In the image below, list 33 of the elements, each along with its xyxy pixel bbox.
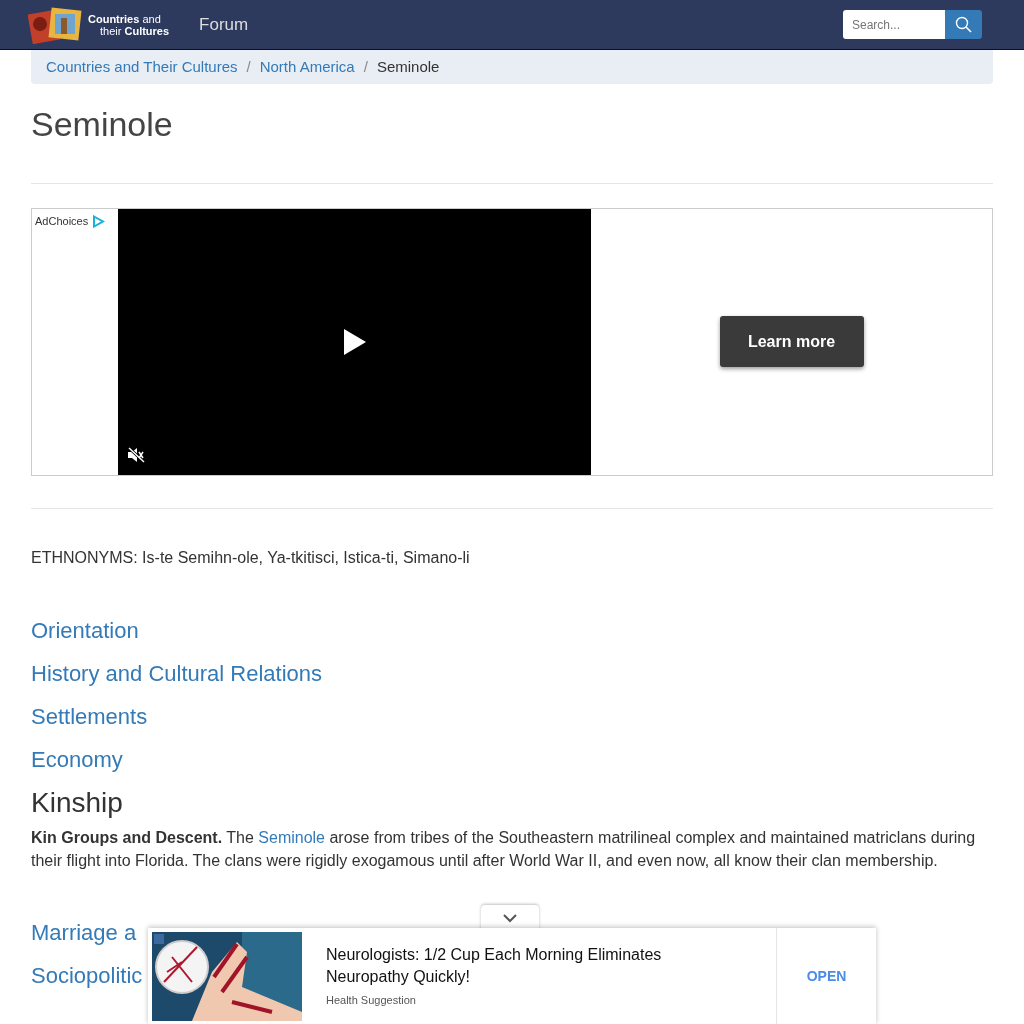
logo-text: their Cultures <box>99 24 170 37</box>
search-field[interactable]: Search... <box>843 10 945 39</box>
ad-headline[interactable]: Neurologists: 1/2 Cup Each Morning Eliminates Neuropathy Quickly! <box>326 943 726 988</box>
adchoices-icon <box>92 214 106 228</box>
section-link[interactable]: Economy <box>31 742 123 776</box>
chevron-down-icon <box>502 912 518 923</box>
search-button[interactable] <box>945 10 982 39</box>
section-heading: Kinship <box>31 785 124 820</box>
ethnonyms-text: ETHNONYMS: Is-te Semihn-ole, Ya-tkitisci, Istica-ti, Simano-li <box>31 547 471 568</box>
section-link[interactable]: Sociopolitic <box>31 959 143 993</box>
page-title: Seminole <box>31 104 174 145</box>
section-link[interactable]: Orientation <box>31 613 139 647</box>
breadcrumb-link[interactable]: North America <box>259 55 355 79</box>
adchoices-label[interactable]: AdChoices <box>35 212 106 230</box>
ad-source: Health Suggestion <box>326 992 417 1008</box>
paragraph: Kin Groups and Descent. The Seminole arose from tribes of the Southeastern matrilineal complex and maintained matriclans during their flight into Florida. The clans were rigidly exogamous until after World War II, and even now, all know their clan membership. <box>31 828 977 871</box>
section-link[interactable]: Settlements <box>31 699 148 733</box>
breadcrumb-current: Seminole <box>376 56 440 77</box>
inline-link[interactable]: Seminole <box>258 829 325 847</box>
nav-link[interactable]: Forum <box>199 11 249 38</box>
mute-icon[interactable] <box>127 446 145 463</box>
breadcrumb-separator: / <box>363 56 368 77</box>
section-link[interactable]: History and Cultural Relations <box>31 656 323 690</box>
search-icon <box>955 16 972 33</box>
section-link[interactable]: Marriage a <box>31 916 137 950</box>
logo-icon <box>28 5 84 44</box>
play-icon[interactable] <box>342 327 367 356</box>
logo-text: Countries and <box>88 12 162 25</box>
breadcrumb-link[interactable]: Countries and Their Cultures <box>46 55 238 79</box>
breadcrumb-separator: / <box>246 56 251 77</box>
learn-more-button[interactable]: Learn more <box>719 316 864 368</box>
collapse-button[interactable] <box>481 905 539 930</box>
open-button[interactable]: OPEN <box>776 928 876 1024</box>
